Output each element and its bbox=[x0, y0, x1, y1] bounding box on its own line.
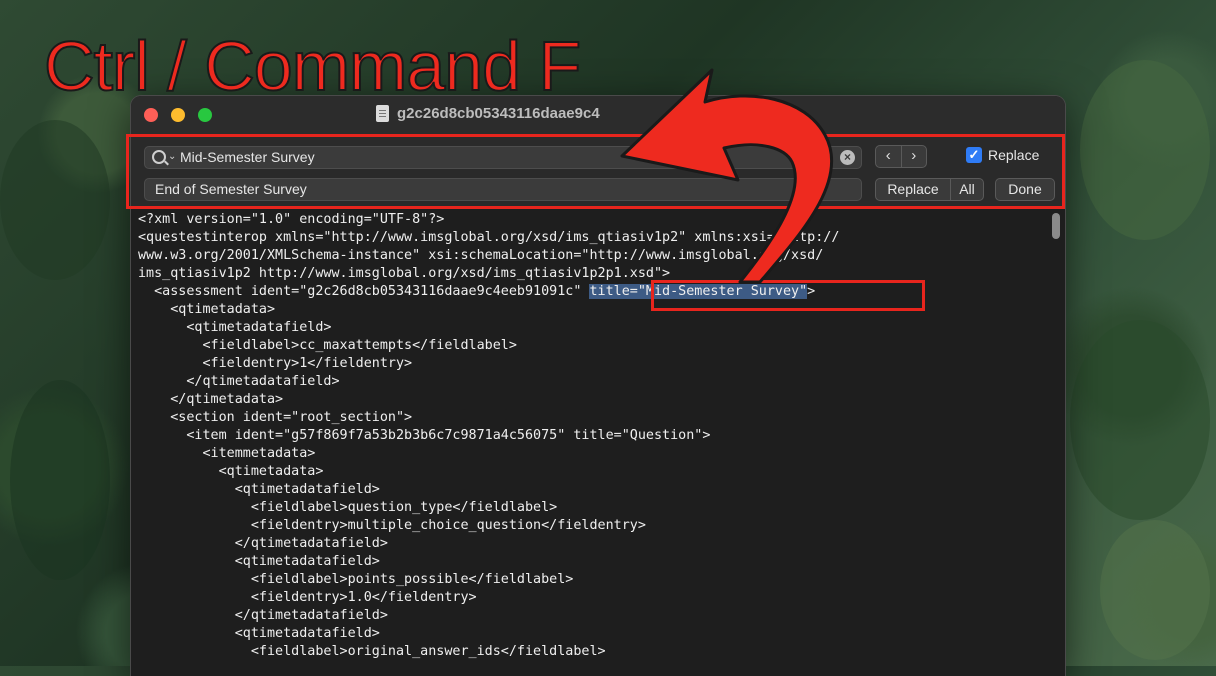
shortcut-annotation: Ctrl / Command F bbox=[43, 26, 582, 106]
